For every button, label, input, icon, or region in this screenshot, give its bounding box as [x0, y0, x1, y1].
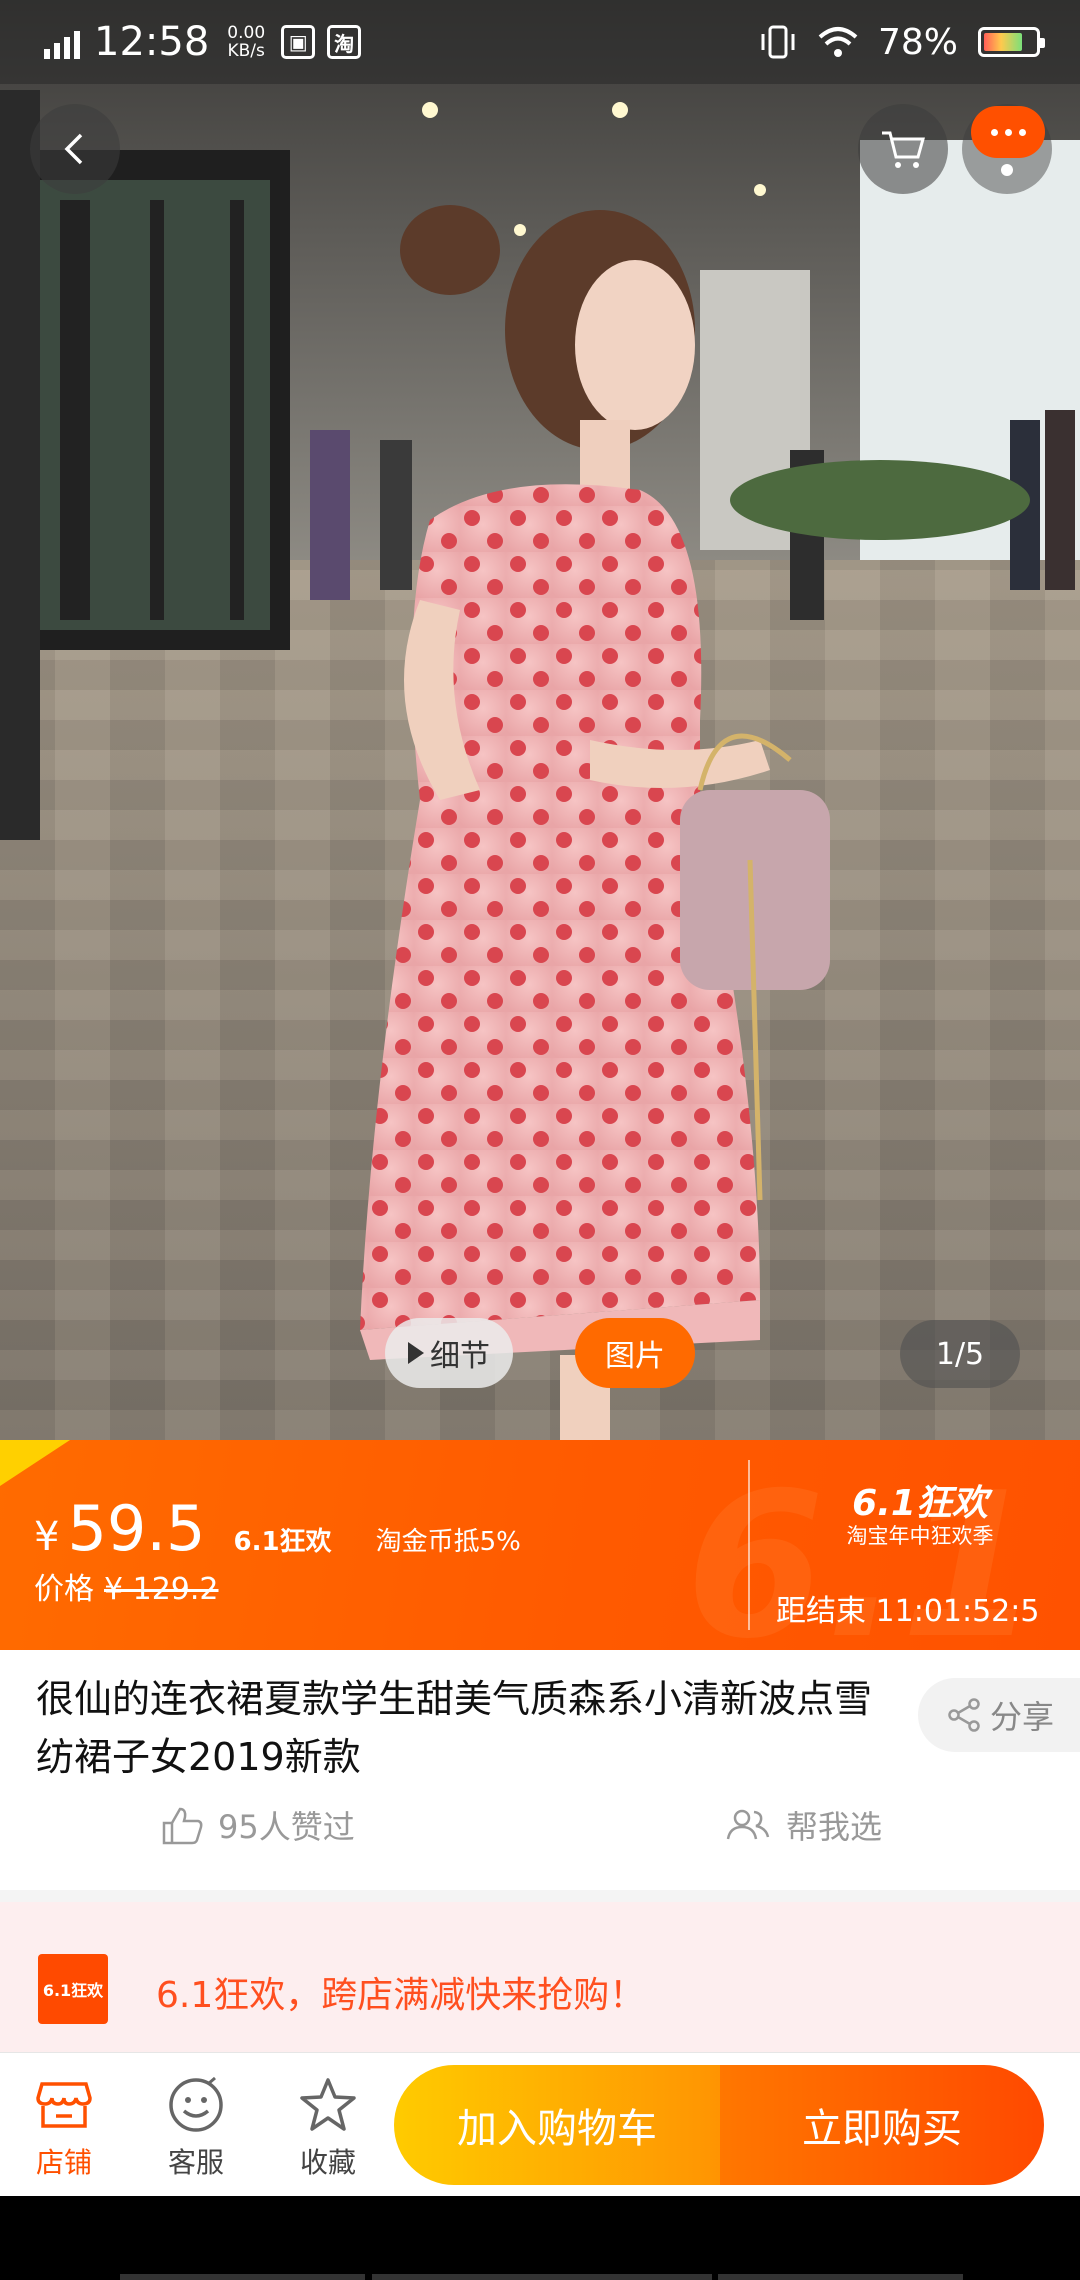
speed-unit: KB/s	[227, 41, 265, 61]
price-row: ¥ 59.5 6.1狂欢 淘金币抵5%	[34, 1492, 521, 1565]
wifi-icon	[818, 27, 858, 57]
promo-tag: 6.1狂欢	[233, 1527, 332, 1557]
notification-dot	[1001, 164, 1013, 176]
signal-icon	[44, 25, 80, 59]
system-navigation-bar	[0, 2196, 1080, 2280]
shop-button[interactable]: 店铺	[14, 2073, 114, 2181]
coin-discount-tag: 淘金币抵5%	[375, 1527, 521, 1557]
speed-value: 0.00	[227, 23, 266, 43]
buy-now-button[interactable]: 立即购买	[720, 2065, 1044, 2185]
battery-level	[984, 33, 1022, 51]
price-band: 6.1 ¥ 59.5 6.1狂欢 淘金币抵5% 价格 ¥ 129.2 6.1狂欢 …	[0, 1440, 1080, 1650]
current-price: 59.5	[67, 1492, 206, 1565]
shop-icon	[36, 2082, 92, 2128]
section-gap	[0, 1890, 1080, 1902]
cart-button[interactable]	[858, 104, 948, 194]
shop-label: 店铺	[35, 2146, 92, 2179]
nav-handle-center[interactable]	[372, 2274, 712, 2280]
original-price-row: 价格 ¥ 129.2	[34, 1564, 219, 1608]
product-info: 很仙的连衣裙夏款学生甜美气质森系小清新波点雪纺裙子女2019新款 分享 95人赞…	[0, 1650, 1080, 1890]
share-button[interactable]: 分享	[918, 1678, 1080, 1752]
image-label: 图片	[605, 1339, 665, 1374]
share-label: 分享	[990, 1698, 1055, 1736]
event-countdown: 距结束 11:01:52:5	[776, 1594, 1040, 1629]
more-icon[interactable]	[971, 106, 1045, 158]
service-icon	[169, 2076, 223, 2132]
status-time: 12:58	[94, 19, 210, 65]
nav-handle-left[interactable]	[120, 2274, 365, 2280]
corner-decoration	[0, 1440, 70, 1486]
share-icon	[948, 1698, 980, 1732]
nav-handle-right[interactable]	[718, 2274, 963, 2280]
star-icon	[300, 2078, 356, 2131]
add-to-cart-label: 加入购物车	[457, 2106, 657, 2152]
original-price-label: 价格	[34, 1572, 94, 1607]
status-bar: 12:58 0.00 KB/s ▣ 淘 78%	[0, 0, 1080, 84]
add-to-cart-button[interactable]: 加入购物车	[394, 2065, 720, 2185]
back-icon	[64, 133, 83, 165]
event-title: 6.1狂欢	[852, 1483, 988, 1524]
cart-icon	[882, 131, 925, 168]
back-button[interactable]	[30, 104, 120, 194]
screenshot-notification-icon: ▣	[281, 25, 316, 59]
bottom-action-bar: 店铺 客服 收藏 加入购物车 立即购买	[0, 2052, 1080, 2196]
play-icon	[408, 1342, 424, 1364]
like-button[interactable]: 95人赞过	[160, 1802, 355, 1848]
divider	[748, 1460, 750, 1630]
image-tab-button[interactable]: 图片	[575, 1318, 695, 1388]
battery-icon	[978, 27, 1045, 57]
help-me-pick-button[interactable]: 帮我选	[724, 1802, 882, 1848]
likes-count: 95人赞过	[218, 1808, 355, 1846]
people-icon	[726, 1809, 770, 1840]
image-page-indicator: 1/5	[900, 1320, 1020, 1388]
product-image-carousel[interactable]	[0, 0, 1080, 1440]
battery-percent: 78%	[877, 21, 958, 63]
taobao-notification-icon: 淘	[327, 25, 362, 59]
product-detail-screen: 12:58 0.00 KB/s ▣ 淘 78% 细节 图片 1/5 6.1 ¥	[0, 0, 1080, 2280]
detail-label: 细节	[430, 1339, 490, 1374]
detail-video-button[interactable]: 细节	[385, 1318, 513, 1388]
customer-service-button[interactable]: 客服	[146, 2073, 246, 2181]
network-speed: 0.00 KB/s	[227, 24, 265, 60]
favorite-button[interactable]: 收藏	[278, 2073, 378, 2181]
promo-text: 6.1狂欢，跨店满减快来抢购！	[156, 1975, 646, 2016]
help-me-pick-label: 帮我选	[786, 1808, 883, 1846]
original-price: ¥ 129.2	[104, 1572, 219, 1607]
currency-symbol: ¥	[34, 1514, 60, 1560]
vibrate-icon	[761, 25, 795, 59]
favorite-label: 收藏	[299, 2146, 356, 2179]
product-photo	[0, 0, 1080, 1440]
event-subtitle: 淘宝年中狂欢季	[846, 1524, 994, 1548]
promo-banner[interactable]: 6.1狂欢 6.1狂欢，跨店满减快来抢购！	[0, 1890, 1080, 2052]
buy-now-label: 立即购买	[802, 2106, 962, 2152]
product-title: 很仙的连衣裙夏款学生甜美气质森系小清新波点雪纺裙子女2019新款	[36, 1677, 873, 1779]
thumbs-up-icon	[162, 1807, 203, 1845]
promo-logo: 6.1狂欢	[38, 1954, 108, 2024]
service-label: 客服	[167, 2146, 224, 2179]
